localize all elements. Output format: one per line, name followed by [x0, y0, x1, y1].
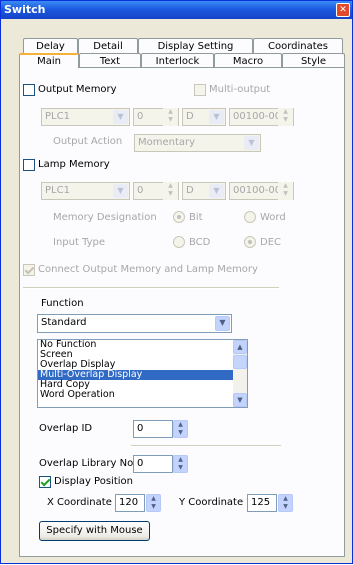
main-content: Output Memory Multi-output PLC1 ▼ 0 ▲ ▼ D…	[1, 1, 353, 565]
chevron-down-icon[interactable]: ▼	[209, 184, 224, 198]
multi-output-label: Multi-output	[209, 84, 271, 95]
scroll-thumb[interactable]	[233, 355, 247, 369]
overlap-library-spinner-icon[interactable]: ▲ ▼	[173, 455, 188, 473]
output-memory-label: Output Memory	[38, 84, 117, 95]
y-coordinate-field[interactable]: 125	[247, 494, 277, 512]
bit-label: Bit	[189, 212, 203, 223]
bit-radio[interactable]	[173, 211, 185, 223]
x-coordinate-value: 120	[119, 497, 139, 508]
word-radio[interactable]	[244, 211, 256, 223]
output-address-spinner-icon[interactable]: ▲ ▼	[278, 108, 293, 126]
divider	[23, 287, 279, 289]
bcd-label: BCD	[189, 237, 211, 248]
function-value: Standard	[41, 317, 87, 328]
chevron-down-icon[interactable]: ▼	[113, 184, 128, 198]
output-device-select[interactable]: D ▼	[182, 108, 226, 126]
output-plc-select[interactable]: PLC1 ▼	[41, 108, 130, 126]
dec-label: DEC	[260, 237, 282, 248]
connect-memory-label: Connect Output Memory and Lamp Memory	[38, 264, 258, 275]
output-station-spinner-icon[interactable]: ▲ ▼	[163, 108, 178, 126]
function-label: Function	[41, 298, 84, 309]
lamp-address-value: 00100-00	[233, 185, 282, 196]
scroll-down-icon[interactable]: ▼	[233, 393, 247, 407]
lamp-memory-checkbox[interactable]	[23, 159, 35, 171]
y-coordinate-value: 125	[251, 497, 271, 508]
output-station-value: 0	[137, 111, 144, 122]
x-coordinate-field[interactable]: 120	[115, 494, 145, 512]
list-item[interactable]: Word Operation	[38, 390, 247, 400]
input-type-label: Input Type	[53, 237, 106, 248]
lamp-memory-label: Lamp Memory	[38, 159, 110, 170]
specify-with-mouse-button[interactable]: Specify with Mouse	[39, 521, 150, 541]
output-action-value: Momentary	[138, 137, 196, 148]
output-plc-value: PLC1	[45, 111, 70, 122]
display-position-checkbox[interactable]	[39, 476, 51, 488]
output-memory-checkbox[interactable]	[23, 84, 35, 96]
chevron-down-icon[interactable]: ▼	[209, 110, 224, 124]
display-position-label: Display Position	[54, 476, 133, 487]
x-coordinate-label: X Coordinate	[47, 497, 112, 508]
divider	[131, 445, 281, 447]
function-list[interactable]: No Function Screen Overlap Display Multi…	[37, 339, 248, 408]
bcd-radio[interactable]	[173, 236, 185, 248]
overlap-library-label: Overlap Library No.	[39, 458, 137, 469]
lamp-station-spinner-icon[interactable]: ▲ ▼	[163, 182, 178, 200]
multi-output-checkbox[interactable]	[194, 84, 206, 96]
memory-designation-label: Memory Designation	[53, 212, 157, 223]
overlap-library-field[interactable]: 0	[133, 455, 173, 473]
chevron-down-icon[interactable]: ▼	[215, 316, 230, 331]
switch-dialog: Switch ✕ Delay Detail Display Setting Co…	[0, 0, 353, 564]
chevron-down-icon[interactable]: ▼	[244, 136, 259, 150]
word-label: Word	[260, 212, 286, 223]
overlap-library-value: 0	[137, 458, 144, 469]
connect-memory-checkbox[interactable]	[23, 264, 35, 276]
output-action-select[interactable]: Momentary ▼	[134, 134, 261, 152]
list-scrollbar[interactable]: ▲ ▼	[233, 340, 247, 407]
dec-radio[interactable]	[244, 236, 256, 248]
overlap-id-label: Overlap ID	[39, 423, 93, 434]
lamp-device-value: D	[186, 185, 194, 196]
lamp-plc-select[interactable]: PLC1 ▼	[41, 182, 130, 200]
output-action-label: Output Action	[53, 136, 123, 147]
function-select[interactable]: Standard ▼	[37, 314, 232, 333]
overlap-id-spinner-icon[interactable]: ▲ ▼	[173, 420, 188, 438]
chevron-down-icon[interactable]: ▼	[113, 110, 128, 124]
y-coordinate-spinner-icon[interactable]: ▲ ▼	[278, 494, 293, 512]
y-coordinate-label: Y Coordinate	[179, 497, 244, 508]
overlap-id-field[interactable]: 0	[133, 420, 173, 438]
x-coordinate-spinner-icon[interactable]: ▲ ▼	[146, 494, 161, 512]
lamp-device-select[interactable]: D ▼	[182, 182, 226, 200]
output-device-value: D	[186, 111, 194, 122]
scroll-up-icon[interactable]: ▲	[233, 340, 247, 354]
lamp-station-value: 0	[137, 185, 144, 196]
output-address-value: 00100-00	[233, 111, 282, 122]
lamp-plc-value: PLC1	[45, 185, 70, 196]
lamp-address-spinner-icon[interactable]: ▲ ▼	[278, 182, 293, 200]
overlap-id-value: 0	[137, 423, 144, 434]
